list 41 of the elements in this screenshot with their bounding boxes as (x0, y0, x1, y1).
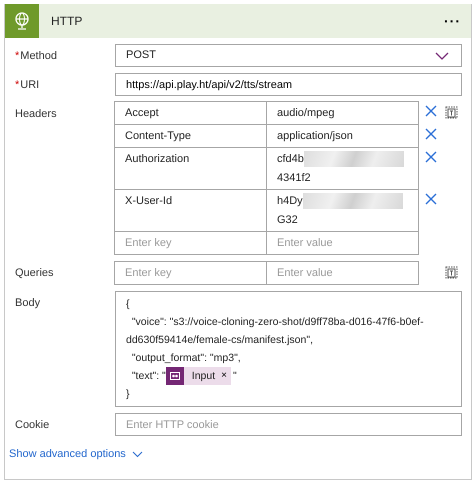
code-text: " (232, 370, 237, 382)
field-label: *Method (14, 49, 58, 64)
header-key-cell[interactable]: Accept (114, 101, 267, 125)
header-key-field[interactable]: Enter key (114, 231, 267, 256)
cookie-field[interactable]: Enter HTTP cookie (115, 413, 462, 436)
close-icon[interactable] (425, 151, 437, 163)
field-label: Body (14, 296, 42, 312)
token-label: Input (190, 369, 216, 384)
code-line: } (126, 388, 130, 400)
remove-token-button[interactable]: × (219, 371, 231, 382)
header-value-cell[interactable]: audio/mpeg (266, 101, 419, 125)
code-text: "text": " (130, 370, 166, 382)
close-icon[interactable] (425, 105, 437, 117)
close-icon[interactable] (425, 193, 437, 206)
field-label: Headers (14, 107, 58, 122)
field-label: *URI (14, 78, 40, 93)
text-mode-icon[interactable] (445, 105, 458, 119)
header-value-field[interactable]: Enter value (266, 231, 419, 256)
code-line: dd630f59414e/female-cs/manifest.json", (126, 334, 314, 346)
required-mark: * (15, 79, 20, 91)
text-mode-icon[interactable] (445, 265, 458, 280)
advanced-options-link[interactable]: Show advanced options (9, 446, 143, 463)
expression-icon (166, 367, 184, 386)
input-token[interactable]: Input × (166, 367, 231, 386)
globe-icon (5, 4, 39, 38)
required-mark: * (15, 50, 20, 62)
body-editor[interactable]: { "voice": "s3://voice-cloning-zero-shot/d9ff78ba-d016-47f6-b0ef- dd630f59414e/female-cs/manifest.json", "output_format": "mp3", "text": " Input × " } (115, 291, 462, 408)
code-line: "output_format": "mp3", (130, 352, 241, 364)
query-key-field[interactable]: Enter key (114, 261, 267, 286)
method-dropdown[interactable]: POST (115, 44, 462, 67)
code-line: "voice": "s3://voice-cloning-zero-shot/d9ff78ba-d016-47f6-b0ef- (130, 316, 424, 328)
chevron-icon (132, 451, 143, 458)
query-value-field[interactable]: Enter value (266, 261, 419, 286)
close-icon[interactable] (425, 128, 437, 140)
card-title: HTTP (51, 13, 84, 30)
code-line: { (126, 298, 130, 310)
chevron-icon (435, 52, 449, 60)
field-label: Cookie (14, 418, 50, 434)
more-button[interactable]: ··· (434, 14, 471, 28)
field-label: Queries (14, 266, 55, 282)
uri-field[interactable]: https://api.play.ht/api/v2/tts/stream (115, 73, 462, 96)
